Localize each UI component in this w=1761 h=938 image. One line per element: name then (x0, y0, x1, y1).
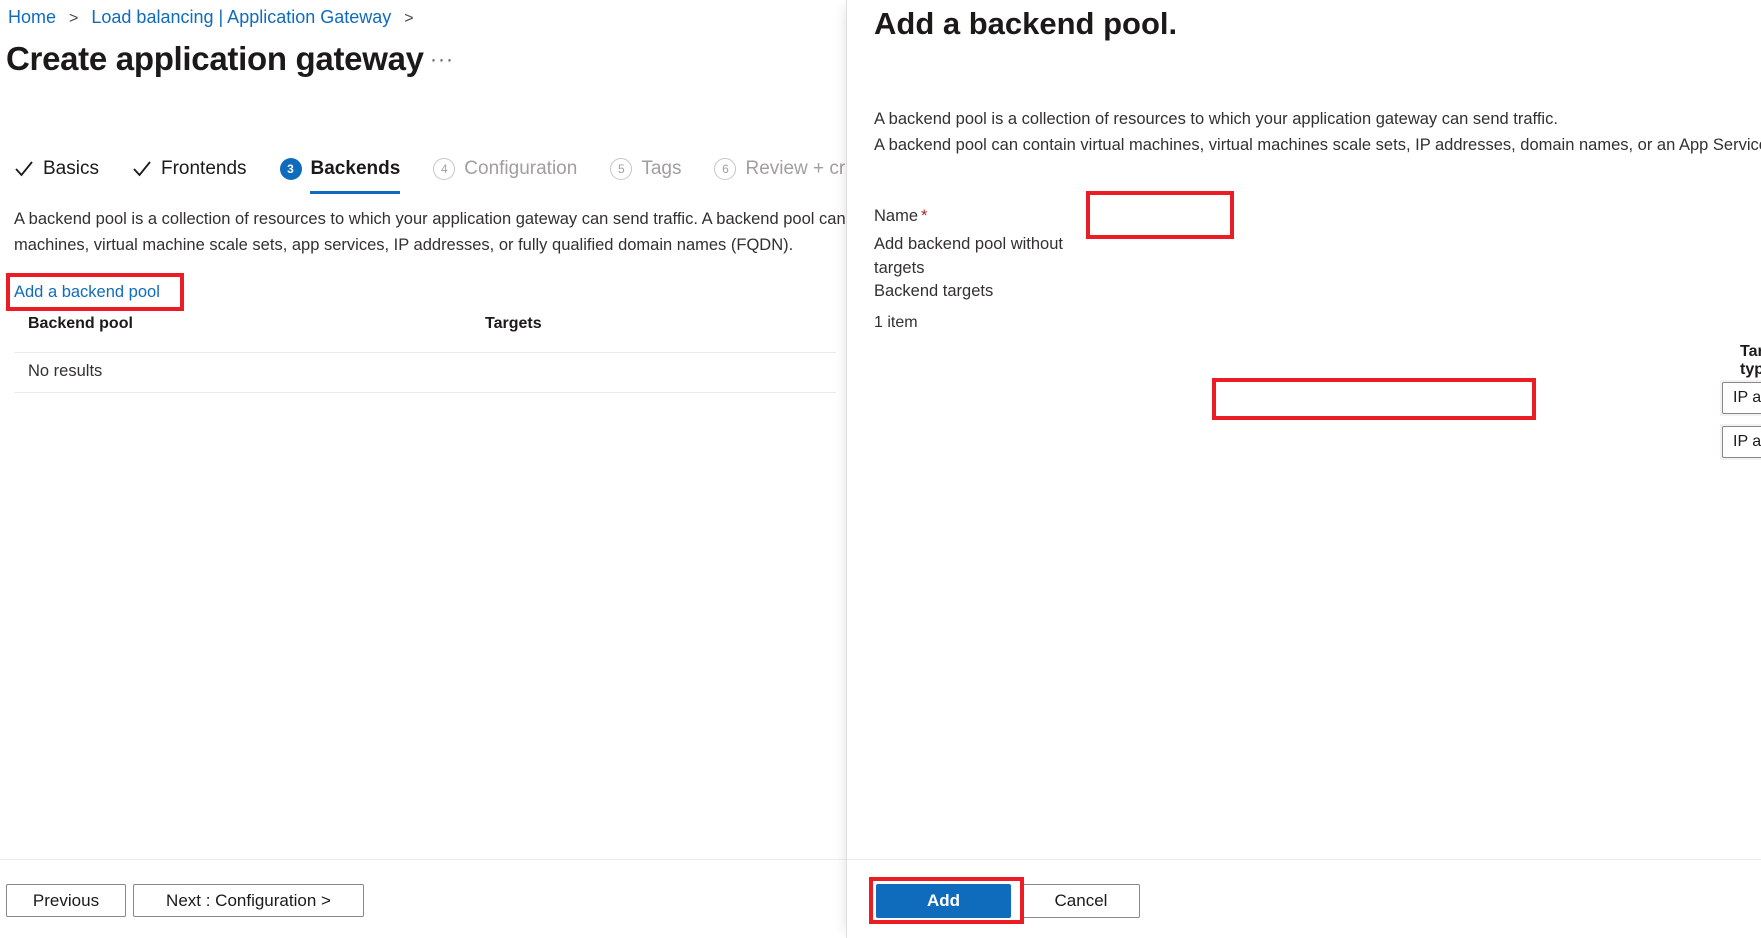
blade-title: Add a backend pool. (874, 6, 1178, 41)
tab-backends-number-badge: 3 (279, 158, 302, 180)
blade-description: A backend pool is a collection of resour… (874, 110, 1761, 154)
target-type-cell: IP address or FQDN (1720, 424, 1761, 460)
tab-backends[interactable]: 3 Backends (279, 148, 401, 194)
cancel-button[interactable]: Cancel (1022, 884, 1140, 918)
tab-frontends-label: Frontends (160, 158, 247, 179)
check-icon (15, 161, 33, 177)
tab-basics[interactable]: Basics (14, 148, 99, 190)
table-empty-row: No results (28, 362, 103, 380)
tab-review-create-number-badge: 6 (714, 158, 737, 180)
tab-tags-number-badge: 5 (610, 158, 633, 180)
name-label-text: Name (874, 207, 919, 225)
azure-portal-screen: Home > Load balancing | Application Gate… (0, 0, 1761, 938)
wizard-footer-divider (0, 859, 846, 860)
tab-frontends[interactable]: Frontends (132, 148, 247, 190)
item-count-label: 1 item (874, 314, 918, 331)
column-header-backend-pool: Backend pool (28, 315, 133, 332)
tab-review-create-label: Review + create (745, 158, 846, 179)
previous-button[interactable]: Previous (6, 884, 126, 917)
target-type-value: IP address or FQDN (1733, 389, 1761, 406)
next-configuration-button[interactable]: Next : Configuration > (133, 884, 364, 917)
more-options-button[interactable]: ··· (430, 48, 454, 72)
breadcrumb-item-home[interactable]: Home (8, 7, 56, 27)
tab-configuration-number-badge: 4 (433, 158, 456, 180)
add-backend-pool-link[interactable]: Add a backend pool (14, 280, 160, 304)
column-header-target-type: Target type (1740, 343, 1761, 378)
add-without-targets-label: Add backend pool without targets (874, 235, 1063, 277)
table-divider-bottom (14, 392, 836, 393)
add-backend-pool-blade: Add a backend pool. A backend pool is a … (846, 0, 1761, 938)
tab-backends-label: Backends (310, 158, 401, 179)
breadcrumb: Home > Load balancing | Application Gate… (8, 4, 422, 32)
required-marker: * (921, 207, 928, 225)
tab-configuration[interactable]: 4 Configuration (433, 148, 577, 190)
backend-targets-section-label: Backend targets (874, 282, 994, 300)
tab-review-create[interactable]: 6 Review + create (714, 148, 846, 190)
tab-tags[interactable]: 5 Tags (610, 148, 681, 190)
breadcrumb-separator-icon-2: > (404, 10, 414, 27)
wizard-tab-strip: Basics Frontends 3 Backends 4 Configurat… (14, 148, 846, 194)
tab-configuration-label: Configuration (464, 158, 578, 179)
create-application-gateway-pane: Home > Load balancing | Application Gate… (0, 0, 846, 938)
blade-footer-divider (847, 859, 1761, 860)
check-icon (133, 161, 151, 177)
breadcrumb-separator-icon: > (69, 10, 79, 27)
breadcrumb-item-load-balancing[interactable]: Load balancing | Application Gateway (91, 7, 391, 27)
add-button[interactable]: Add (876, 884, 1011, 918)
page-title: Create application gateway (6, 40, 424, 77)
column-header-targets: Targets (485, 315, 542, 332)
target-type-cell: IP address or FQDN (1720, 380, 1761, 416)
tab-basics-label: Basics (43, 158, 99, 179)
target-type-select[interactable]: IP address or FQDN (1722, 426, 1761, 458)
table-divider (14, 352, 836, 353)
target-type-value: IP address or FQDN (1733, 433, 1761, 450)
tab-tags-label: Tags (641, 158, 682, 179)
backend-pool-table-header: Backend pool Targets (14, 315, 834, 345)
backends-description: A backend pool is a collection of resour… (14, 210, 846, 254)
target-type-select[interactable]: IP address or FQDN (1722, 382, 1761, 414)
name-field-label: Name * (874, 204, 927, 228)
